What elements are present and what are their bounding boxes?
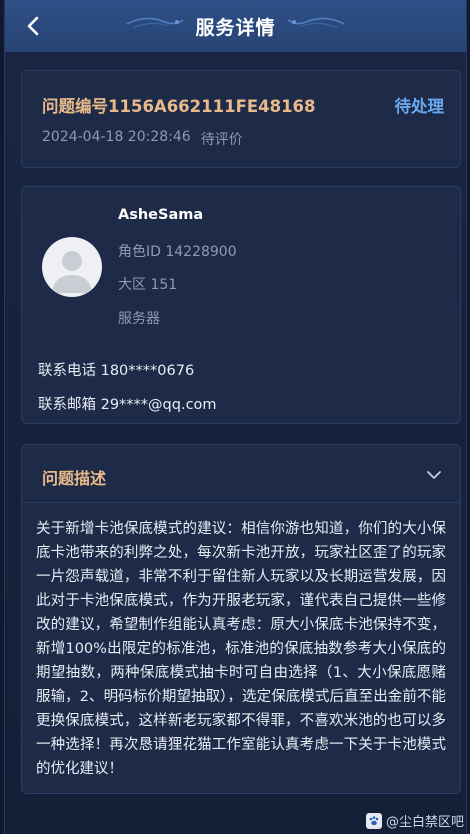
chevron-left-icon (27, 16, 39, 36)
page-title: 服务详情 (195, 16, 276, 39)
avatar (42, 237, 102, 297)
watermark-text: @尘白禁区吧 (385, 815, 464, 830)
back-button[interactable] (19, 12, 47, 40)
region: 大区 151 (118, 277, 178, 293)
top-bar: 服务详情 (5, 0, 466, 52)
server: 服务器 (118, 311, 160, 327)
description-title: 问题描述 (42, 469, 107, 488)
user-card: AsheSama 角色ID 14228900 大区 151 服务器 联系电话 1… (21, 186, 461, 424)
watermark: @尘白禁区吧 (365, 811, 464, 830)
review-status: 待评价 (200, 132, 243, 148)
divider (22, 502, 460, 503)
paw-icon (365, 812, 382, 829)
contact-phone: 联系电话 180****0676 (38, 363, 195, 379)
ornament-left-icon (126, 17, 184, 29)
ticket-number: 问题编号1156A662111FE48168 (42, 97, 316, 116)
description-body: 关于新增卡池保底模式的建议：相信你游也知道，你们的大小保底卡池带来的利弊之处，每… (36, 521, 446, 777)
user-name: AsheSama (118, 207, 204, 223)
ticket-meta: 2024-04-18 20:28:46 待评价 (42, 129, 243, 149)
description-card: 问题描述 关于新增卡池保底模式的建议：相信你游也知道，你们的大小保底卡池带来的利… (21, 444, 461, 794)
ticket-card: 问题编号1156A662111FE48168 待处理 2024-04-18 20… (21, 70, 461, 168)
role-id: 角色ID 14228900 (118, 244, 237, 260)
ornament-right-icon (287, 17, 345, 29)
default-avatar-icon (52, 251, 92, 293)
chevron-down-icon (427, 471, 441, 479)
status-badge: 待处理 (394, 97, 445, 116)
ticket-datetime: 2024-04-18 20:28:46 (42, 129, 191, 145)
contact-email: 联系邮箱 29****@qq.com (38, 397, 217, 413)
app-frame: 服务详情 问题编号1156A662111FE48168 待处理 2024-04-… (4, 0, 467, 834)
collapse-toggle[interactable] (422, 463, 446, 487)
